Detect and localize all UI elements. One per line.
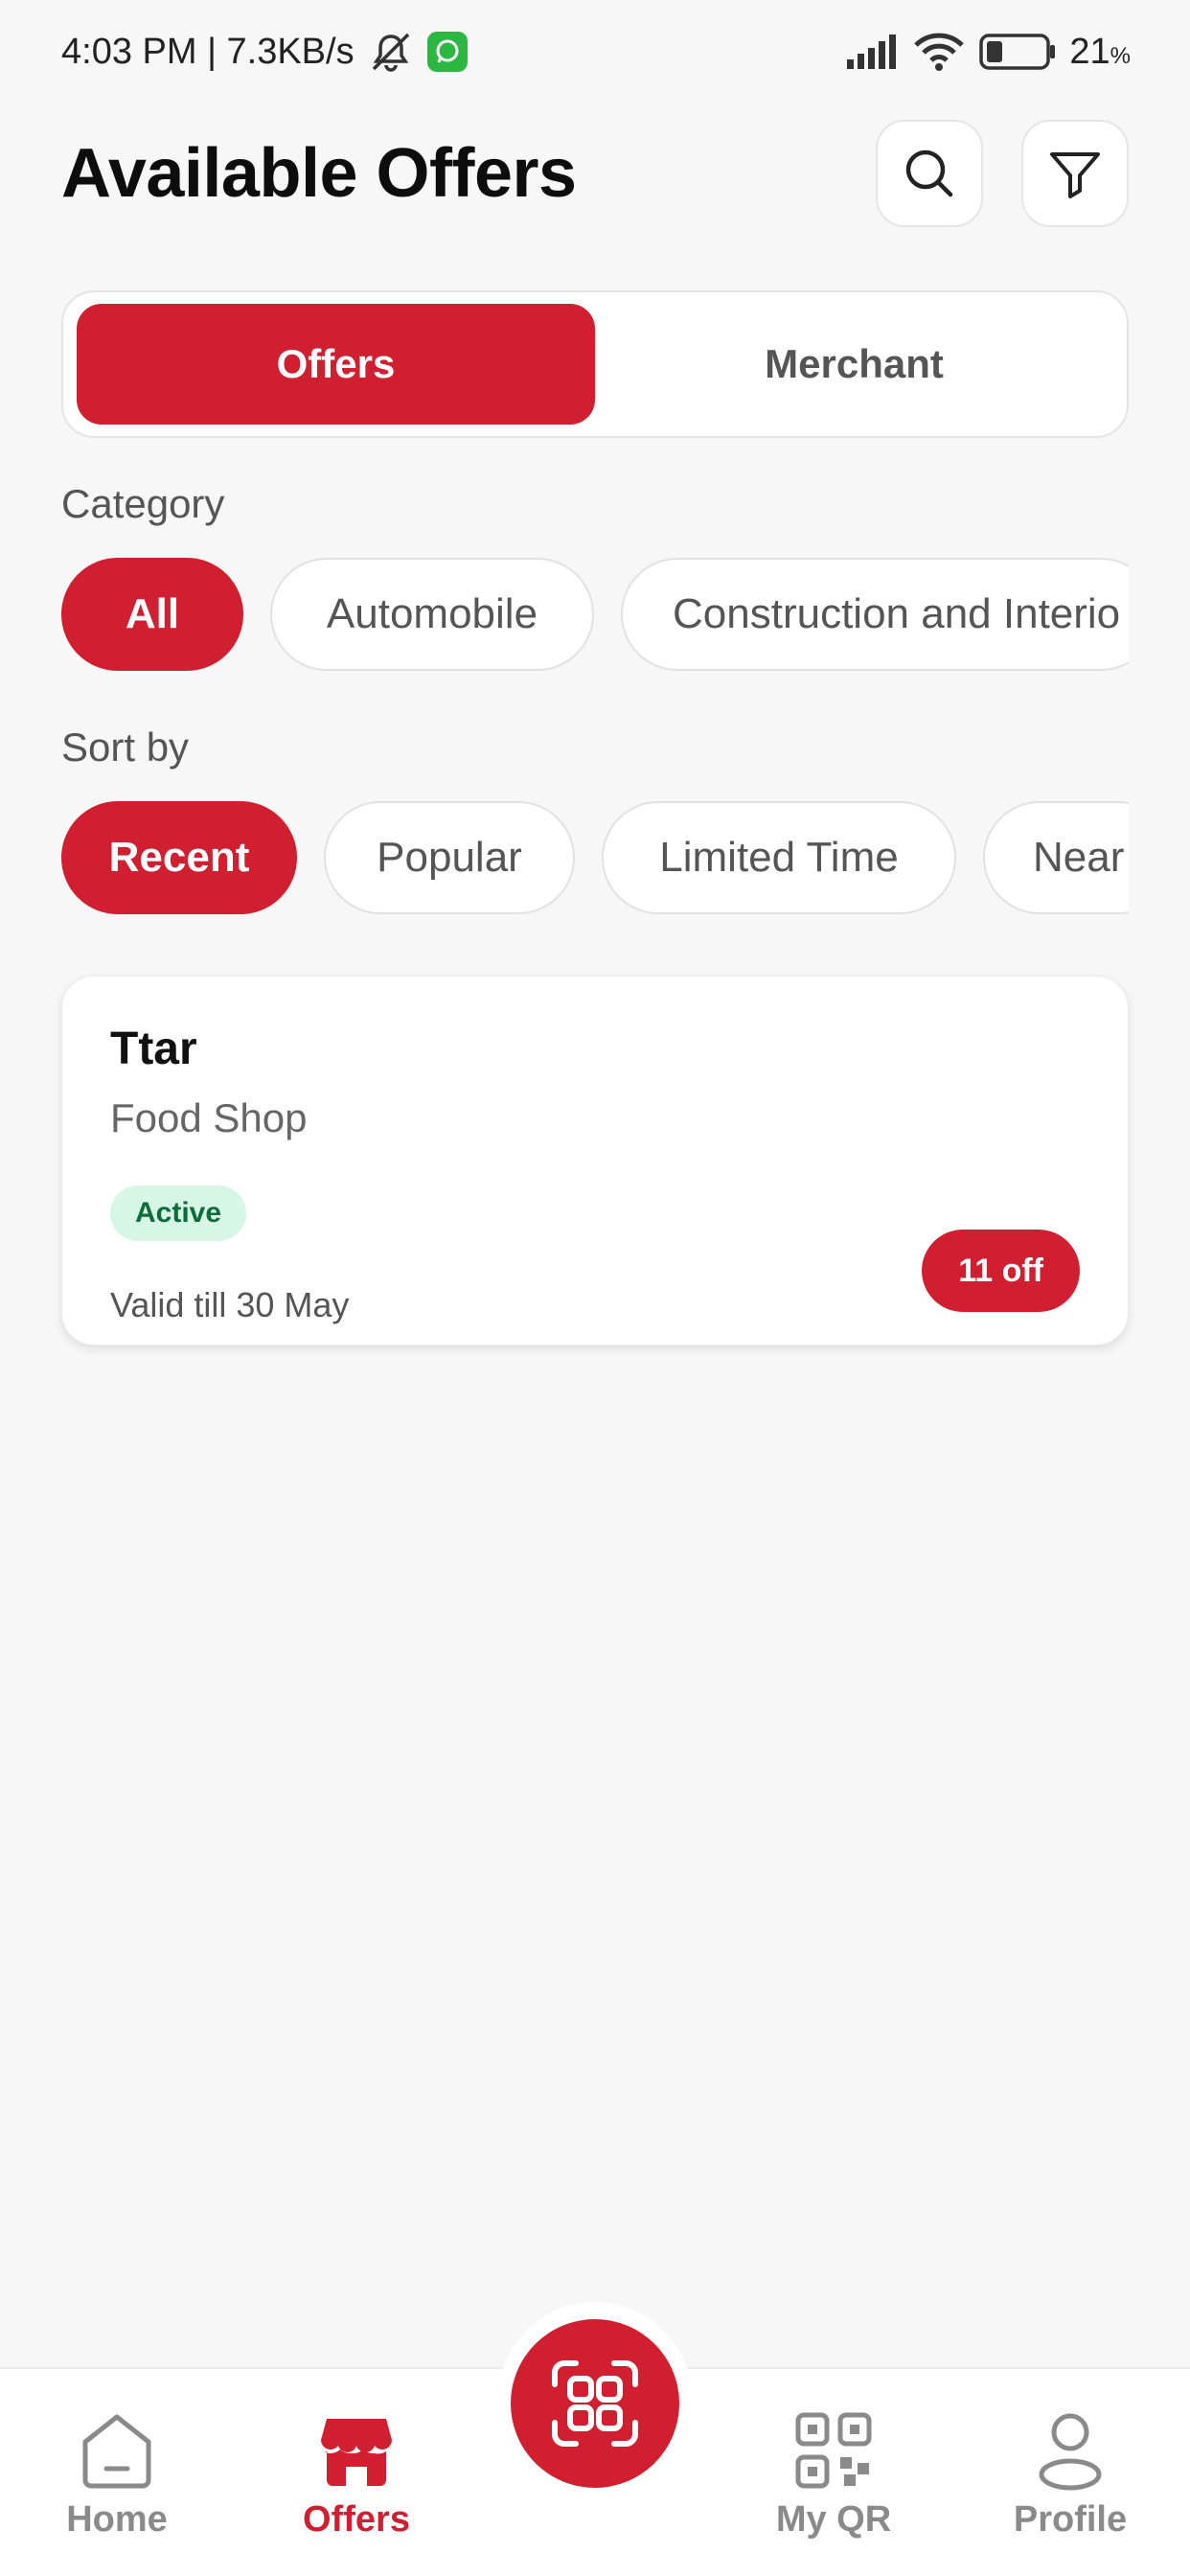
sort-chip-near[interactable]: Near bbox=[983, 801, 1129, 914]
home-icon bbox=[74, 2407, 160, 2494]
nav-my-qr[interactable]: My QR bbox=[738, 2407, 929, 2541]
offer-validity: Valid till 30 May bbox=[110, 1285, 350, 1324]
sort-by-label: Sort by bbox=[61, 724, 190, 770]
page-title: Available Offers bbox=[61, 135, 577, 212]
tab-merchant[interactable]: Merchant bbox=[595, 304, 1113, 425]
tab-offers[interactable]: Offers bbox=[77, 304, 595, 425]
offers-merchant-toggle: Offers Merchant bbox=[61, 290, 1129, 438]
header-actions bbox=[876, 120, 1129, 227]
nav-offers-label: Offers bbox=[303, 2499, 410, 2540]
status-badge: Active bbox=[110, 1185, 247, 1241]
qr-icon bbox=[790, 2407, 877, 2494]
offers-screen: 4:03 PM | 7.3KB/s 21% Available Offers O… bbox=[0, 0, 1190, 2576]
battery-percent: 21% bbox=[1069, 31, 1131, 72]
nav-profile[interactable]: Profile bbox=[974, 2407, 1166, 2541]
offer-card[interactable]: Ttar Food Shop Active Valid till 30 May … bbox=[61, 976, 1129, 1346]
scan-button[interactable] bbox=[511, 2319, 679, 2488]
category-label: Category bbox=[61, 481, 225, 526]
nav-home[interactable]: Home bbox=[21, 2407, 213, 2541]
nav-profile-label: Profile bbox=[1013, 2499, 1128, 2540]
battery-icon bbox=[979, 34, 1056, 70]
header: Available Offers bbox=[61, 120, 1129, 227]
status-bar-left: 4:03 PM | 7.3KB/s bbox=[61, 31, 468, 73]
sort-chip-recent[interactable]: Recent bbox=[61, 801, 297, 914]
search-button[interactable] bbox=[876, 120, 983, 227]
signal-icon bbox=[847, 34, 897, 69]
offer-merchant-name: Ttar bbox=[110, 1024, 197, 1074]
mute-bell-icon bbox=[372, 33, 409, 72]
offer-category: Food Shop bbox=[110, 1095, 308, 1140]
category-chips: All Automobile Construction and Interio bbox=[61, 558, 1129, 671]
category-chip-all[interactable]: All bbox=[61, 558, 243, 671]
category-chip-construction[interactable]: Construction and Interio bbox=[621, 558, 1129, 671]
filter-button[interactable] bbox=[1021, 120, 1129, 227]
filter-icon bbox=[1050, 152, 1100, 198]
store-icon bbox=[313, 2407, 400, 2494]
sort-chips: Recent Popular Limited Time Near bbox=[61, 801, 1129, 914]
profile-icon bbox=[1027, 2407, 1113, 2494]
nav-offers[interactable]: Offers bbox=[261, 2407, 452, 2541]
whatsapp-icon bbox=[426, 32, 468, 72]
discount-badge: 11 off bbox=[922, 1230, 1080, 1312]
status-time-speed: 4:03 PM | 7.3KB/s bbox=[61, 31, 355, 72]
wifi-icon bbox=[914, 33, 965, 71]
sort-chip-popular[interactable]: Popular bbox=[324, 801, 575, 914]
nav-my-qr-label: My QR bbox=[775, 2499, 892, 2540]
search-icon bbox=[905, 150, 953, 197]
status-bar-right: 21% bbox=[845, 32, 1131, 73]
sort-chip-limited-time[interactable]: Limited Time bbox=[602, 801, 956, 914]
status-bar: 4:03 PM | 7.3KB/s 21% bbox=[0, 0, 1190, 104]
category-chip-automobile[interactable]: Automobile bbox=[270, 558, 594, 671]
nav-home-label: Home bbox=[66, 2499, 168, 2540]
scan-icon bbox=[552, 2360, 638, 2447]
